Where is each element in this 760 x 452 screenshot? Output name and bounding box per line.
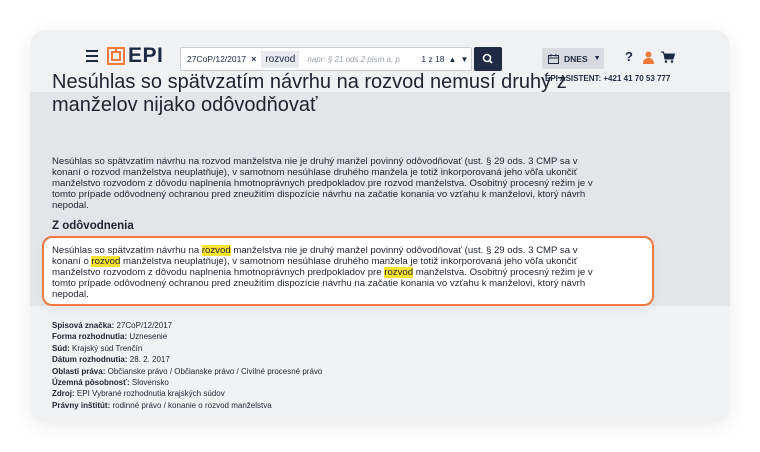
meta-value: Krajský súd Trenčín [72,343,143,353]
meta-row: Oblasti práva: Občianske právo / Občians… [52,366,322,377]
highlight-line: manželstvo rozvodom z dôvodu naplnenia h… [52,267,652,278]
meta-label: Dátum rozhodnutia: [52,355,128,365]
meta-label: Oblasti práva: [52,366,106,376]
meta-row: Dátum rozhodnutia: 28. 2. 2017 [52,354,322,365]
logo-text: EPI [128,44,164,67]
text-run: manželstva nie je druhý manžel povinný o… [230,245,578,256]
meta-value[interactable]: rodinné právo / konanie o rozvod manžels… [112,401,271,410]
article-title: Nesúhlas so spätvzatím návrhu na rozvod … [52,71,567,116]
meta-row: Zdroj: EPI Vybrané rozhodnutia krajských… [52,388,322,399]
previous-match-icon[interactable]: ▲ [449,55,457,64]
metadata-list: Spisová značka: 27CoP/12/2017 Forma rozh… [52,320,322,411]
menu-icon[interactable] [86,50,98,62]
calendar-icon [548,53,559,64]
meta-value: Uznesenie [129,332,168,342]
text-run: manželstva neuplatňuje), v samotnom nesú… [120,256,578,267]
meta-value[interactable]: EPI Vybrané rozhodnutia krajských súdov [77,389,225,398]
meta-value: 28. 2. 2017 [129,355,170,365]
meta-value: Slovensko [131,378,169,388]
meta-label: Spisová značka: [52,321,115,330]
meta-row: Spisová značka: 27CoP/12/2017 [52,320,322,331]
meta-value[interactable]: Občianske právo / Občianske právo / Civi… [108,367,323,376]
search-chip: 27CoP/12/2017 [187,54,247,64]
match-counter: 1 z 18 [421,54,445,64]
meta-row: Súd: Krajský súd Trenčín [52,343,322,354]
text-run: konaní o [52,256,92,267]
summary-line: konaní o rozvod manželstva neuplatňuje),… [52,167,578,178]
search-bar[interactable]: 27CoP/12/2017 × rozvod napr: § 21 ods 2 … [180,47,472,71]
summary-line: tomto prípade odôvodnený ochranou pred z… [52,189,586,200]
epi-logo[interactable]: EPI [107,44,164,67]
text-run: manželstva. Osobitný procesný režim je v [413,267,593,278]
user-icon[interactable] [643,51,654,64]
summary-line: manželstvo rozvodom z dôvodu naplnenia h… [52,178,593,189]
meta-row: Právny inštitút: rodinné právo / konanie… [52,400,322,411]
meta-label: Právny inštitút: [52,400,111,410]
meta-label: Súd: [52,343,70,353]
help-icon[interactable]: ? [625,49,633,64]
text-run: manželstvo rozvodom z dôvodu naplnenia h… [52,267,385,278]
date-filter-dropdown[interactable]: DNES ▼ [542,48,604,69]
meta-row: Územná pôsobnosť: Slovensko [52,377,322,388]
chevron-down-icon: ▼ [593,55,601,62]
search-input[interactable]: napr: § 21 ods 2 pism a, p [307,55,415,64]
section-title: Z odôvodnenia [52,220,134,232]
highlight-line: Nesúhlas so spätvzatím návrhu na rozvod … [52,245,652,256]
search-icon [482,53,493,64]
search-button[interactable] [474,47,502,71]
next-match-icon[interactable]: ▼ [460,55,468,64]
highlight-line: konaní o rozvod manželstva neuplatňuje),… [52,256,652,267]
search-hit: rozvod [384,267,414,278]
text-run: Nesúhlas so spätvzatím návrhu na [52,245,202,256]
meta-label: Forma rozhodnutia: [52,332,128,342]
summary-line: nepodal. [52,200,89,211]
epi-logo-mark-icon [107,47,125,65]
date-filter-label: DNES [564,53,588,64]
meta-label: Zdroj: [52,389,75,399]
summary-line: Nesúhlas so spätvzatím návrhu na rozvod … [52,156,578,167]
highlight-line: nepodal. [52,289,89,300]
remove-chip-icon[interactable]: × [251,54,256,64]
meta-value: 27CoP/12/2017 [116,321,173,330]
meta-row: Forma rozhodnutia: Uznesenie [52,331,322,342]
search-term[interactable]: rozvod [261,50,300,68]
search-hit: rozvod [201,245,231,256]
meta-label: Územná pôsobnosť: [52,378,130,388]
cart-icon[interactable] [661,51,675,63]
highlight-line: tomto prípade odôvodnený ochranou pred z… [52,278,586,289]
search-hit: rozvod [91,256,121,267]
